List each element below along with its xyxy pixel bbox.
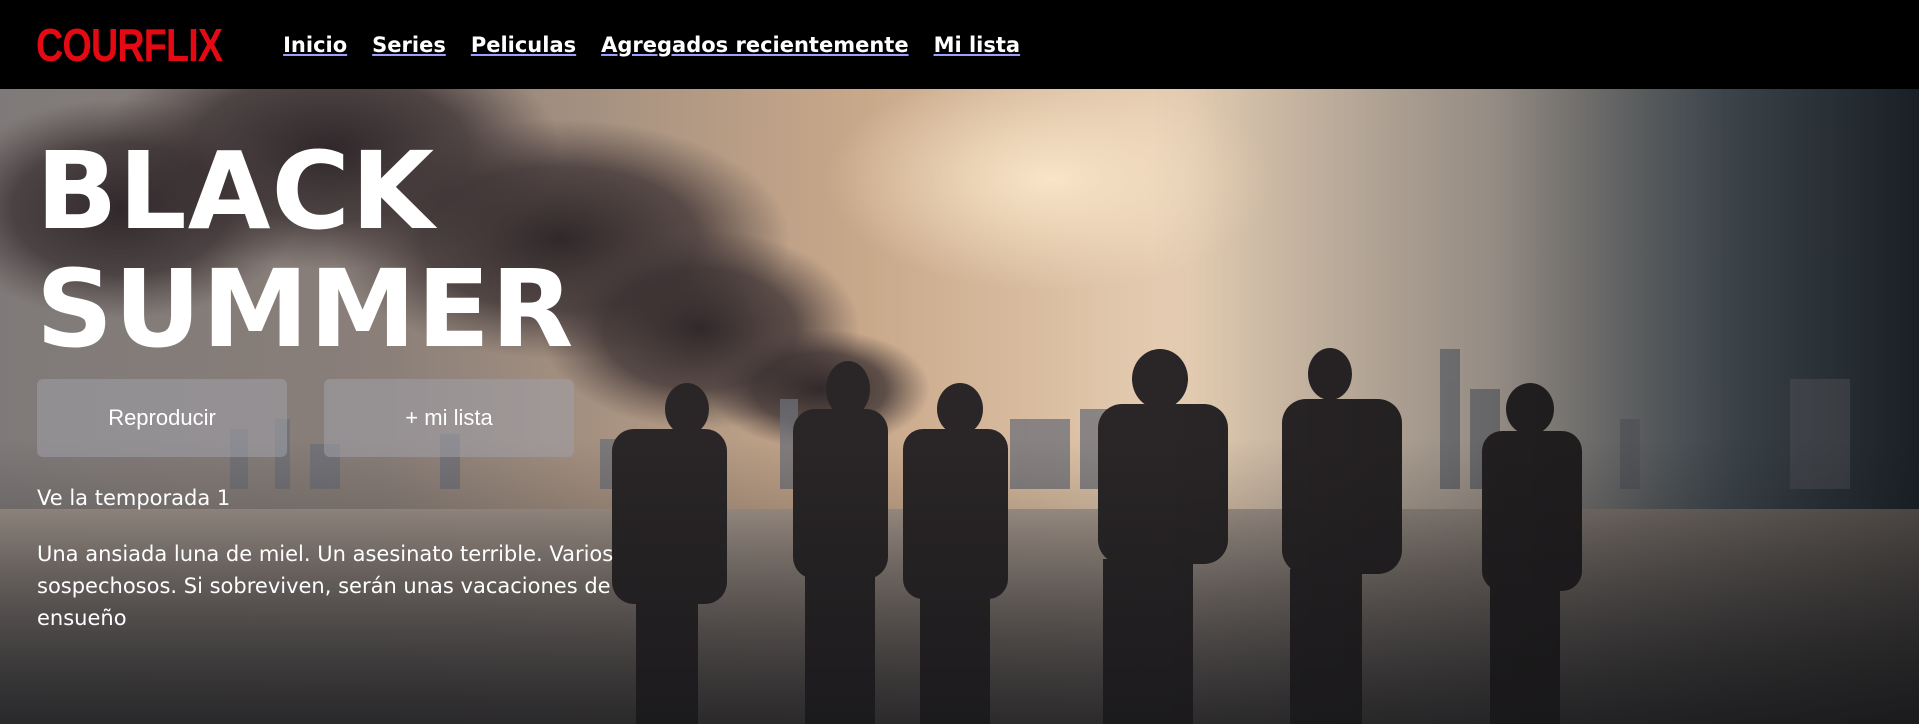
hero-banner: BLACK SUMMER Reproducir + mi lista Ve la…	[0, 89, 1919, 724]
nav-link-peliculas[interactable]: Peliculas	[471, 33, 576, 57]
hero-title-line-2: SUMMER	[36, 248, 575, 372]
top-navigation-bar: COURFLIX Inicio Series Peliculas Agregad…	[0, 0, 1919, 89]
play-button[interactable]: Reproducir	[37, 379, 287, 457]
nav-link-mi-lista[interactable]: Mi lista	[934, 33, 1021, 57]
nav-link-series[interactable]: Series	[372, 33, 446, 57]
season-label: Ve la temporada 1	[37, 486, 231, 510]
hero-title-line-1: BLACK	[36, 130, 435, 254]
nav-link-inicio[interactable]: Inicio	[283, 33, 347, 57]
add-to-list-button[interactable]: + mi lista	[324, 379, 574, 457]
brand-logo[interactable]: COURFLIX	[36, 22, 223, 68]
hero-title: BLACK SUMMER	[36, 133, 636, 369]
hero-synopsis: Una ansiada luna de miel. Un asesinato t…	[37, 542, 614, 630]
hero-actions: Reproducir + mi lista	[37, 379, 574, 457]
main-nav: Inicio Series Peliculas Agregados recien…	[283, 33, 1045, 57]
nav-link-agregados-recientemente[interactable]: Agregados recientemente	[601, 33, 908, 57]
